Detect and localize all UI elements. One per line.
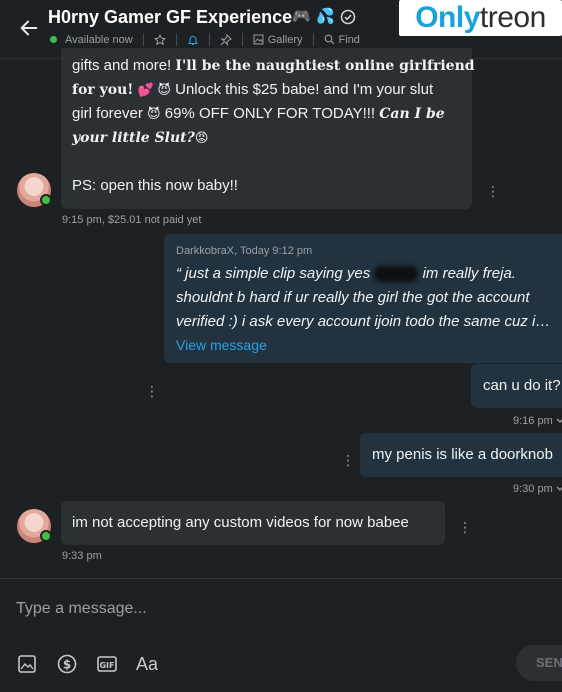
svg-text:GIF: GIF [99,661,114,670]
gallery-button[interactable]: Gallery [253,34,303,46]
dollar-icon[interactable]: $ [56,653,78,675]
read-check-icon [556,486,562,491]
message-options-icon[interactable]: ⋮ [341,453,355,467]
censored-blur [374,266,419,283]
sweat-droplets-icon: 💦 [316,8,335,25]
message-time: 9:30 pm [513,482,562,495]
outgoing-message: my penis is like a doorknob [360,433,562,477]
heart-devil-emoji: 💕 😈 [137,82,171,97]
message-meta: 9:15 pm, $25.01 not paid yet [62,214,202,226]
message-time: 9:33 pm [62,550,102,562]
watermark-part2: treon [479,1,546,34]
find-button[interactable]: Find [324,34,360,46]
outgoing-quoted-message: DarkkobraX, Today 9:12 pm “ just a simpl… [164,234,562,363]
star-icon[interactable] [153,33,166,46]
devil-emoji: 😈 [147,106,161,121]
title-emoji-icons: 🎮 💦 [292,8,356,26]
quote-line: shouldnt b hard if ur really the girl th… [176,289,530,306]
find-label: Find [338,33,360,46]
search-icon [324,34,334,45]
gif-icon[interactable]: GIF [96,653,118,675]
chat-title[interactable]: H0rny Gamer GF Experience [48,7,292,28]
pin-icon[interactable] [220,33,232,46]
quote-author: DarkkobraX, Today 9:12 pm [176,245,313,257]
gallery-label: Gallery [267,33,303,46]
message-options-icon[interactable]: ⋮ [486,184,500,198]
view-message-link[interactable]: View message [176,337,267,353]
verified-icon [340,9,356,25]
message-options-icon[interactable]: ⋮ [458,520,472,534]
avatar[interactable] [17,173,52,207]
availability-status: Available now [65,33,133,46]
gallery-icon [253,34,264,45]
message-line: girl forever 😈 69% OFF ONLY FOR TODAY!!!… [72,105,445,122]
svg-text:$: $ [63,658,71,672]
image-icon[interactable] [16,653,38,675]
gamepad-icon: 🎮 [292,8,311,25]
message-text: im not accepting any custom videos for n… [72,514,409,531]
price-status: $25.01 not paid yet [107,214,202,226]
message-ps: PS: open this now baby!! [72,177,238,194]
watermark-part1: Only [415,1,480,34]
message-options-icon[interactable]: ⋮ [145,384,159,398]
angry-emoji: 😡 [194,130,209,145]
online-indicator [40,194,52,206]
incoming-message-1: gifts and more! I'll be the naughtiest o… [61,48,475,209]
message-line: for you! 💕 😈 Unlock this $25 babe! and I… [72,81,434,98]
text-format-icon[interactable]: Aa [136,653,166,675]
message-text: can u do it? [483,377,561,394]
quote-line: verified :) i ask every account ijoin to… [176,313,551,330]
online-indicator [40,530,52,542]
message-time: 9:16 pm [513,414,562,427]
message-line: your little Slut?😡 [72,130,209,146]
online-status-dot [50,36,57,43]
read-check-icon [556,418,562,423]
chat-subbar: Available now Gallery Find [50,33,360,46]
message-input[interactable]: Type a message... [16,600,147,618]
quote-line: “ just a simple clip saying yes im reall… [176,265,516,283]
watermark-logo: Onlytreon [399,0,562,36]
avatar[interactable] [17,509,52,543]
bell-icon[interactable] [187,34,199,46]
message-line: gifts and more! I'll be the naughtiest o… [72,57,475,74]
back-arrow-icon[interactable] [18,17,40,39]
message-composer: Type a message... $ GIF Aa SEND [0,578,562,692]
outgoing-message: can u do it? [471,364,562,408]
message-time: 9:15 pm [62,214,102,226]
send-button[interactable]: SEND [516,645,562,681]
incoming-message: im not accepting any custom videos for n… [61,501,445,545]
message-text: my penis is like a doorknob [372,446,553,463]
